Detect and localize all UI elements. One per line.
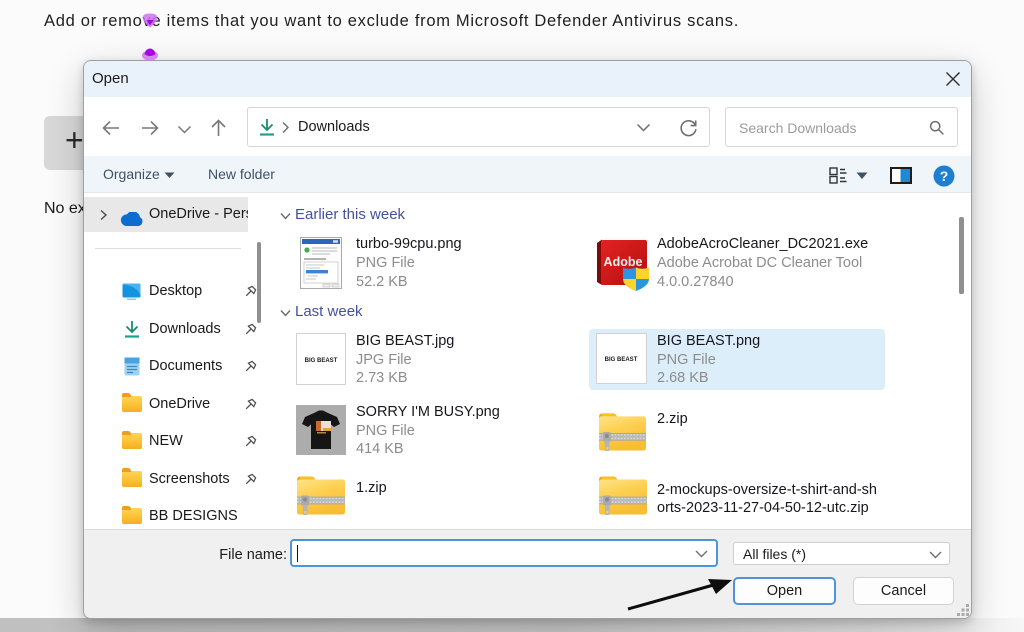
svg-text:BIG BEAST: BIG BEAST <box>605 357 638 363</box>
svg-text:?: ? <box>940 168 949 184</box>
svg-text:Adobe: Adobe <box>604 255 643 269</box>
svg-text:BIG BEAST: BIG BEAST <box>305 358 338 364</box>
